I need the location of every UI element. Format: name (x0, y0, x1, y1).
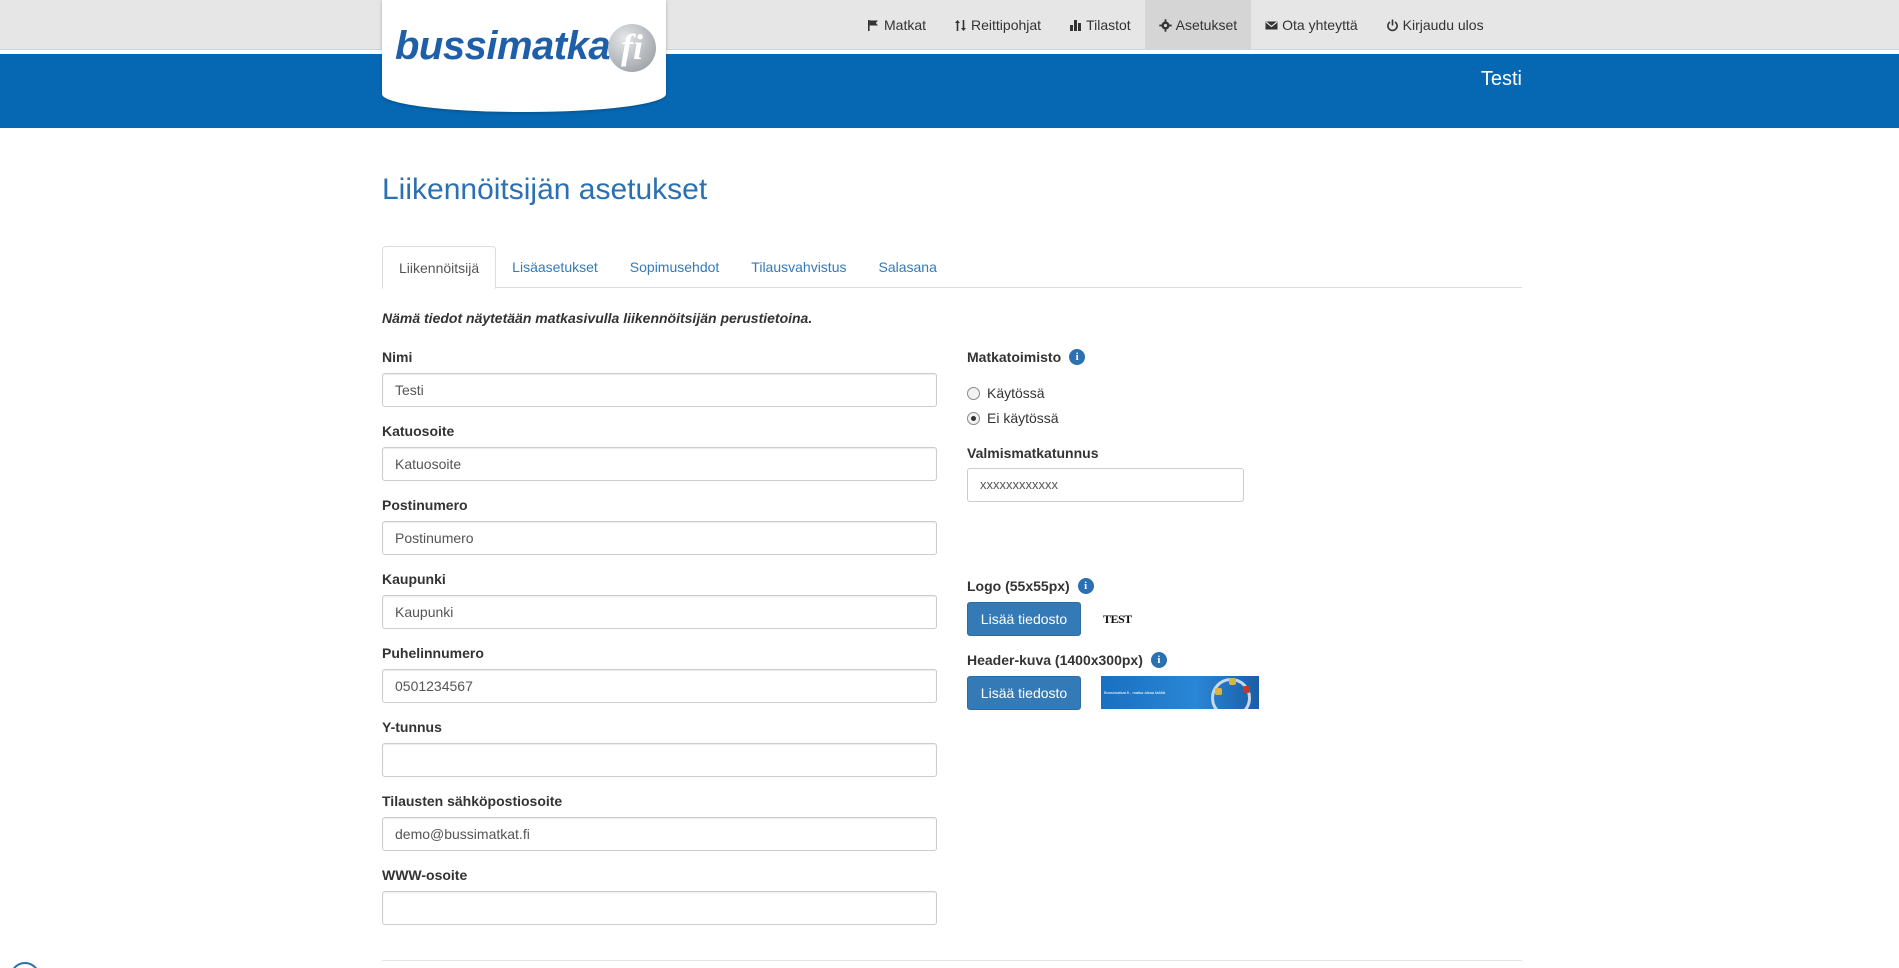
tab-sopimusehdot[interactable]: Sopimusehdot (614, 246, 736, 288)
label-text: Valmismatkatunnus (967, 445, 1099, 461)
label-text: Matkatoimisto (967, 349, 1062, 365)
field-label: Tilausten sähköpostiosoite (382, 793, 563, 809)
field-postinumero: Postinumero Postinumero (382, 497, 937, 555)
field-label: WWW-osoite (382, 867, 468, 883)
kaupunki-input[interactable]: Kaupunki (382, 595, 937, 629)
nav-label: Reittipohjat (971, 17, 1042, 33)
radio-label: Ei käytössä (987, 410, 1059, 426)
tab-lisaasetukset[interactable]: Lisäasetukset (496, 246, 614, 288)
settings-tabs: Liikennöitsijä Lisäasetukset Sopimusehdo… (382, 246, 1522, 289)
radio-button[interactable] (967, 386, 980, 400)
page-title: Liikennöitsijän asetukset (382, 173, 708, 206)
nav-label: Asetukset (1175, 17, 1238, 33)
field-sahkoposti: Tilausten sähköpostiosoite demo@bussimat… (382, 793, 937, 851)
info-icon[interactable]: i (1069, 349, 1086, 365)
nav-label: Matkat (884, 17, 927, 33)
field-label: Kaupunki (382, 571, 446, 587)
power-icon (1386, 19, 1398, 31)
postinumero-input[interactable]: Postinumero (382, 521, 937, 555)
flag-icon (868, 19, 878, 31)
label-text: Logo (55x55px) (967, 578, 1070, 594)
nav-label: Tilastot (1086, 17, 1131, 33)
field-label: Puhelinnumero (382, 645, 484, 661)
info-icon[interactable]: i (1150, 652, 1167, 668)
form-divider (382, 960, 1522, 961)
main-nav: Matkat Reittipohjat Tilastot Asetukset O… (853, 0, 1498, 50)
field-label: Nimi (382, 349, 413, 365)
label-text: Header-kuva (1400x300px) (967, 652, 1143, 668)
nav-label: Kirjaudu ulos (1402, 17, 1484, 33)
matkatoimisto-label: Matkatoimisto i (967, 349, 1086, 365)
field-label: Katuosoite (382, 423, 455, 439)
field-y-tunnus: Y-tunnus (382, 719, 937, 777)
brand-logo-text[interactable]: bussimatkat (395, 24, 623, 69)
field-kaupunki: Kaupunki Kaupunki (382, 571, 937, 629)
field-label: Y-tunnus (382, 719, 442, 735)
nimi-input[interactable]: Testi (382, 373, 937, 407)
header-image-preview: Bussimatkat.fi - matka alkaa täältä (1101, 676, 1259, 709)
logo-preview: TEST (1103, 612, 1132, 626)
radio-ei-kaytossa[interactable]: Ei käytössä (967, 410, 1059, 426)
tab-liikennoitsija[interactable]: Liikennöitsijä (382, 246, 497, 289)
field-label: Postinumero (382, 497, 468, 513)
email-input[interactable]: demo@bussimatkat.fi (382, 817, 937, 851)
tab-tilausvahvistus[interactable]: Tilausvahvistus (735, 246, 862, 288)
radio-kaytossa[interactable]: Käytössä (967, 385, 1045, 401)
ferris-pod (1229, 678, 1236, 685)
field-puhelinnumero: Puhelinnumero 0501234567 (382, 645, 937, 703)
nav-item-reittipohjat[interactable]: Reittipohjat (940, 0, 1055, 50)
header-image-caption: Bussimatkat.fi - matka alkaa täältä (1104, 690, 1165, 695)
ferris-pod (1243, 686, 1250, 693)
info-icon[interactable]: i (1077, 578, 1094, 594)
ferris-pod (1215, 688, 1222, 695)
field-katuosoite: Katuosoite Katuosoite (382, 423, 937, 481)
radio-button[interactable] (967, 411, 980, 425)
y-tunnus-input[interactable] (382, 743, 937, 777)
tab-salasana[interactable]: Salasana (862, 246, 952, 288)
nav-item-ota-yhteytta[interactable]: Ota yhteyttä (1251, 0, 1371, 50)
bar-chart-icon (1070, 19, 1082, 31)
nav-item-kirjaudu-ulos[interactable]: Kirjaudu ulos (1372, 0, 1498, 50)
katuosoite-input[interactable]: Katuosoite (382, 447, 937, 481)
header-user-name: Testi (1480, 68, 1522, 90)
nav-item-matkat[interactable]: Matkat (853, 0, 940, 50)
header-band (0, 54, 1899, 128)
field-nimi: Nimi Testi (382, 349, 937, 407)
field-www-osoite: WWW-osoite (382, 867, 937, 925)
corner-badge-icon[interactable] (10, 962, 40, 968)
nav-item-tilastot[interactable]: Tilastot (1055, 0, 1145, 50)
nav-item-asetukset[interactable]: Asetukset (1144, 0, 1252, 50)
form-intro-text: Nämä tiedot näytetään matkasivulla liike… (382, 310, 813, 326)
puhelinnumero-input[interactable]: 0501234567 (382, 669, 937, 703)
header-image-label: Header-kuva (1400x300px) i (967, 652, 1167, 668)
valmismatkatunnus-label: Valmismatkatunnus (967, 445, 1099, 461)
add-logo-button[interactable]: Lisää tiedosto (967, 602, 1081, 636)
envelope-icon (1265, 21, 1278, 29)
valmismatkatunnus-input[interactable]: xxxxxxxxxxxx (967, 468, 1244, 502)
nav-label: Ota yhteyttä (1282, 17, 1358, 33)
sort-arrows-icon (955, 19, 967, 31)
gear-icon (1158, 18, 1172, 32)
radio-label: Käytössä (987, 385, 1045, 401)
brand-logo-badge: fi (608, 24, 656, 72)
www-input[interactable] (382, 891, 937, 925)
logo-label: Logo (55x55px) i (967, 578, 1094, 594)
add-header-image-button[interactable]: Lisää tiedosto (967, 676, 1081, 710)
